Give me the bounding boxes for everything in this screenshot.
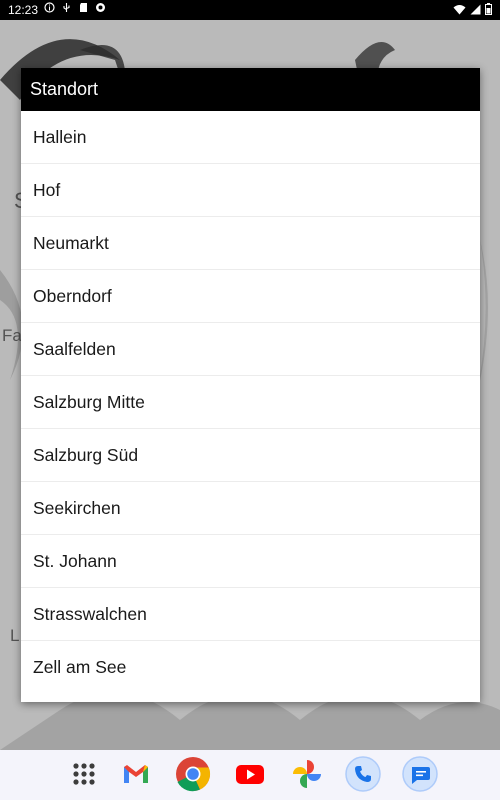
option-neumarkt[interactable]: Neumarkt <box>21 217 480 270</box>
youtube-icon[interactable] <box>232 756 268 792</box>
app-drawer-icon[interactable] <box>66 756 102 792</box>
status-time: 12:23 <box>8 3 39 17</box>
option-seekirchen[interactable]: Seekirchen <box>21 482 480 535</box>
info-icon <box>44 2 55 13</box>
location-dialog: Standort Hallein Hof Neumarkt Oberndorf … <box>21 68 480 702</box>
option-oberndorf[interactable]: Oberndorf <box>21 270 480 323</box>
option-st-johann[interactable]: St. Johann <box>21 535 480 588</box>
app-dock <box>0 750 500 800</box>
dialog-title: Standort <box>21 68 480 111</box>
option-hof[interactable]: Hof <box>21 164 480 217</box>
signal-icon <box>470 4 481 18</box>
status-bar: 12:23 <box>0 0 500 20</box>
chrome-icon[interactable] <box>175 756 211 792</box>
sd-card-icon <box>78 2 89 13</box>
option-zell-am-see[interactable]: Zell am See <box>21 641 480 694</box>
options-list: Hallein Hof Neumarkt Oberndorf Saalfelde… <box>21 111 480 694</box>
gmail-icon[interactable] <box>118 756 154 792</box>
option-strasswalchen[interactable]: Strasswalchen <box>21 588 480 641</box>
option-hallein[interactable]: Hallein <box>21 111 480 164</box>
messages-icon[interactable] <box>402 756 438 792</box>
option-salzburg-sued[interactable]: Salzburg Süd <box>21 429 480 482</box>
phone-icon[interactable] <box>345 756 381 792</box>
wifi-icon <box>453 4 466 18</box>
app-notification-icon <box>95 2 106 13</box>
photos-icon[interactable] <box>289 756 325 792</box>
option-saalfelden[interactable]: Saalfelden <box>21 323 480 376</box>
battery-icon <box>485 3 492 18</box>
option-salzburg-mitte[interactable]: Salzburg Mitte <box>21 376 480 429</box>
usb-icon <box>61 2 72 13</box>
